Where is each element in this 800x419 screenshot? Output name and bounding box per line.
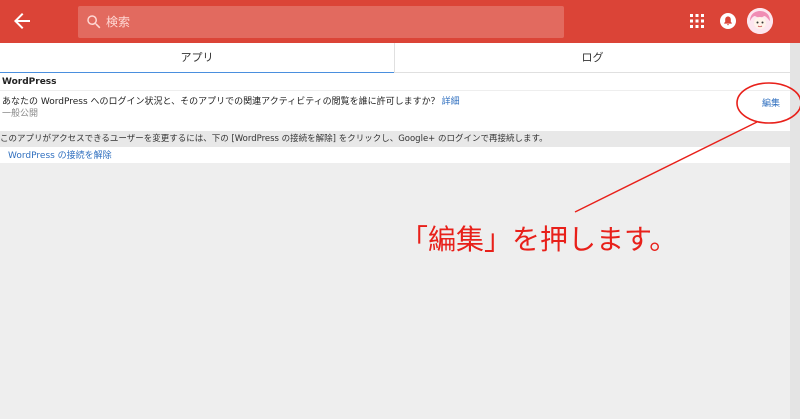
user-avatar[interactable] [747, 8, 773, 34]
search-box [78, 6, 564, 38]
tab-log-label: ログ [581, 51, 604, 64]
tab-apps-label: アプリ [180, 51, 214, 64]
details-link[interactable]: 詳細 [442, 97, 460, 107]
visibility-question: あなたの WordPress へのログイン状況と、そのアプリでの関連アクティビテ… [2, 94, 460, 107]
app-name-heading: WordPress [0, 73, 790, 91]
reconnect-info-text: このアプリがアクセスできるユーザーを変更するには、下の [WordPress の… [0, 131, 790, 147]
visibility-question-text: あなたの WordPress へのログイン状況と、そのアプリでの関連アクティビテ… [2, 97, 440, 107]
disconnect-row: WordPress の接続を解除 [0, 147, 790, 163]
annotation-text: 「編集」を押します。 [400, 223, 678, 256]
app-permission-card: あなたの WordPress へのログイン状況と、そのアプリでの関連アクティビテ… [0, 91, 790, 131]
notifications-bell-icon[interactable] [719, 12, 737, 30]
tab-apps[interactable]: アプリ [0, 43, 394, 74]
back-arrow-icon[interactable] [10, 9, 34, 33]
scrollbar-track[interactable] [790, 43, 800, 419]
search-icon [85, 13, 103, 31]
disconnect-link[interactable]: WordPress の接続を解除 [8, 148, 112, 161]
search-input[interactable] [106, 6, 556, 38]
tab-log[interactable]: ログ [394, 43, 790, 73]
top-app-bar [0, 0, 800, 43]
apps-grid-icon[interactable] [688, 12, 706, 30]
visibility-value: 一般公開 [2, 109, 39, 119]
tab-bar: アプリ ログ [0, 43, 790, 74]
edit-button[interactable]: 編集 [762, 96, 780, 109]
